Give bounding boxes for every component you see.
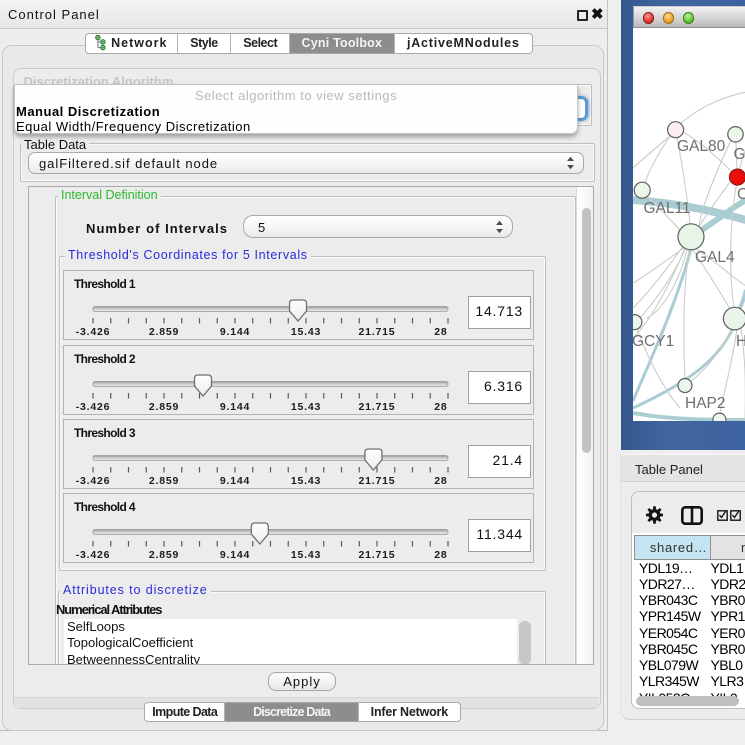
- svg-text:GAL80: GAL80: [677, 138, 726, 155]
- svg-text:28: 28: [434, 549, 447, 561]
- svg-text:21.715: 21.715: [359, 549, 396, 561]
- svg-text:15.43: 15.43: [291, 475, 321, 487]
- svg-text:9.144: 9.144: [220, 326, 250, 338]
- svg-text:21.715: 21.715: [359, 326, 396, 338]
- svg-text:15.43: 15.43: [291, 549, 321, 561]
- svg-text:21.715: 21.715: [359, 401, 396, 413]
- svg-text:9.144: 9.144: [220, 549, 250, 561]
- svg-text:C: C: [737, 186, 745, 203]
- svg-text:2.859: 2.859: [149, 475, 179, 487]
- svg-text:G.: G.: [733, 146, 745, 163]
- svg-text:GCY1: GCY1: [633, 333, 674, 350]
- svg-text:9.144: 9.144: [220, 475, 250, 487]
- svg-text:21.715: 21.715: [359, 475, 396, 487]
- svg-text:2.859: 2.859: [149, 549, 179, 561]
- svg-text:-3.426: -3.426: [76, 475, 111, 487]
- svg-text:15.43: 15.43: [291, 401, 321, 413]
- svg-text:9.144: 9.144: [220, 401, 250, 413]
- svg-text:15.43: 15.43: [291, 326, 321, 338]
- svg-text:-3.426: -3.426: [76, 401, 111, 413]
- svg-text:28: 28: [434, 326, 447, 338]
- svg-text:2.859: 2.859: [149, 401, 179, 413]
- svg-text:GAL11: GAL11: [643, 200, 690, 217]
- svg-text:H: H: [736, 333, 745, 350]
- svg-text:HAP2: HAP2: [685, 395, 726, 412]
- svg-text:GAL4: GAL4: [695, 249, 735, 266]
- svg-text:28: 28: [434, 401, 447, 413]
- svg-text:-3.426: -3.426: [76, 326, 111, 338]
- svg-text:2.859: 2.859: [149, 326, 179, 338]
- svg-text:28: 28: [434, 475, 447, 487]
- svg-text:-3.426: -3.426: [76, 549, 111, 561]
